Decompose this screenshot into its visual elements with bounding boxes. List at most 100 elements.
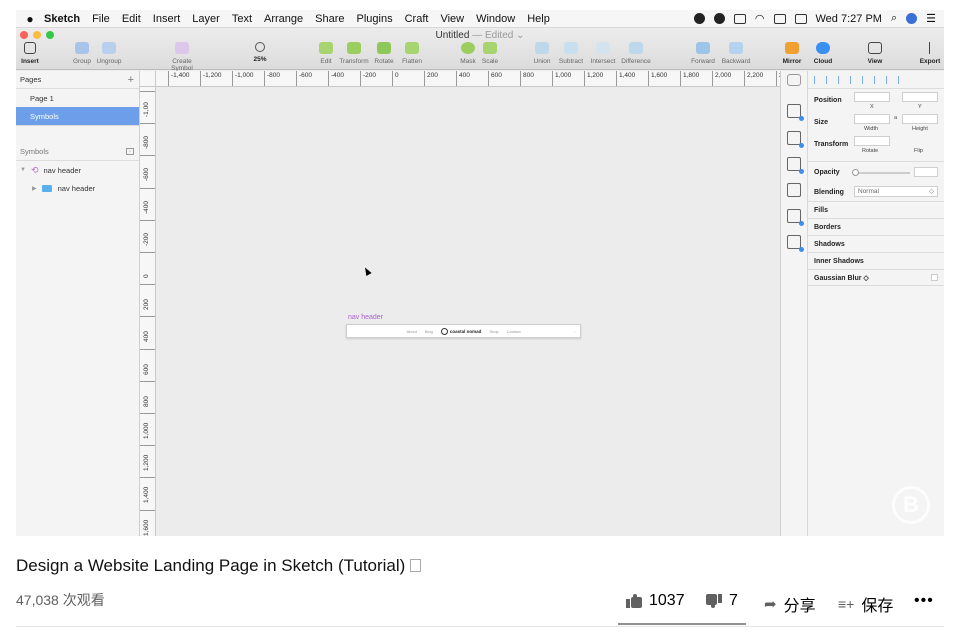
flip-buttons[interactable] (902, 136, 938, 146)
view-button[interactable]: View (855, 42, 895, 65)
menu-help[interactable]: Help (527, 13, 550, 25)
nav-link[interactable]: About (406, 329, 416, 334)
align-left-icon[interactable] (814, 75, 820, 84)
menu-app-name[interactable]: Sketch (44, 13, 80, 25)
layout-icon[interactable] (787, 157, 804, 174)
menu-window[interactable]: Window (476, 13, 515, 25)
flatten-button[interactable]: Flatten (392, 42, 432, 65)
nav-link[interactable]: Blog (425, 329, 433, 334)
align-center-icon[interactable] (826, 75, 832, 84)
dislike-button[interactable]: 7 (706, 592, 738, 610)
gaussian-blur-section[interactable]: Gaussian Blur ◇ (808, 269, 944, 286)
align-right-icon[interactable] (838, 75, 844, 84)
apple-icon[interactable]: ● (16, 12, 44, 26)
print-icon[interactable] (787, 131, 804, 148)
share-icon[interactable] (787, 104, 804, 121)
page-item-selected[interactable]: Symbols (16, 107, 139, 125)
x-field[interactable] (854, 92, 890, 102)
align-top-icon[interactable] (850, 75, 856, 84)
more-actions-button[interactable]: ••• (914, 592, 934, 610)
ruler-tick: 1,200 (584, 71, 603, 86)
cart-icon[interactable]: ◌ (574, 329, 576, 334)
menu-view[interactable]: View (440, 13, 464, 25)
cloud-button[interactable]: Cloud (803, 42, 843, 65)
lock-icon[interactable]: a (894, 115, 897, 121)
settings-icon[interactable] (787, 74, 801, 86)
layer-row-group[interactable]: ▶ nav header (16, 179, 139, 197)
like-button[interactable]: 1037 (626, 592, 685, 610)
menu-text[interactable]: Text (232, 13, 252, 25)
share-button[interactable]: ➦ 分享 (764, 592, 816, 616)
ruler-tick-label: -800 (143, 136, 150, 150)
nav-header-artboard[interactable]: About Blog coastal nomad Shop Contact ◌ (346, 324, 581, 338)
menu-edit[interactable]: Edit (122, 13, 141, 25)
menu-plugins[interactable]: Plugins (357, 13, 393, 25)
distribute-h-icon[interactable] (886, 75, 892, 84)
distribute-v-icon[interactable] (898, 75, 904, 84)
siri-icon[interactable] (906, 13, 918, 24)
nav-link[interactable]: Shop (489, 329, 498, 334)
fills-section[interactable]: Fills (808, 201, 944, 218)
rotate-field[interactable] (854, 136, 890, 146)
video-player[interactable]: ● Sketch File Edit Insert Layer Text Arr… (16, 10, 944, 536)
design-canvas[interactable]: nav header About Blog coastal nomad Shop… (156, 87, 780, 536)
nav-link[interactable]: Contact (507, 329, 521, 334)
opacity-slider-knob[interactable] (852, 169, 859, 176)
menu-insert[interactable]: Insert (153, 13, 181, 25)
battery-icon[interactable] (794, 13, 807, 24)
ruler-corner (140, 71, 156, 87)
ungroup-button[interactable]: Ungroup (89, 42, 129, 65)
menu-file[interactable]: File (92, 13, 110, 25)
notification-center-icon[interactable]: ☰ (926, 12, 936, 25)
page-item[interactable]: Page 1 (16, 89, 139, 107)
backward-label: Backward (721, 58, 751, 65)
blending-select[interactable]: Normal ◇ (854, 186, 938, 197)
vertical-ruler[interactable]: -1,00 -800 -600 -400 -200 0 200 400 600 800 1,000 1… (140, 87, 156, 536)
wifi-icon[interactable]: ◠ (755, 12, 765, 25)
height-field[interactable] (902, 114, 938, 124)
borders-section[interactable]: Borders (808, 218, 944, 235)
spotlight-icon[interactable]: ⌕ (891, 12, 897, 25)
opacity-field[interactable] (914, 167, 938, 177)
add-page-icon[interactable]: + (128, 74, 134, 86)
difference-button[interactable]: Difference (616, 42, 656, 65)
brand-logo[interactable]: coastal nomad (440, 327, 481, 335)
disclosure-triangle-icon[interactable]: ▼ (20, 167, 26, 173)
opacity-slider[interactable] (852, 169, 910, 176)
width-field[interactable] (854, 114, 890, 124)
inner-shadows-section[interactable]: Inner Shadows (808, 252, 944, 269)
emoji-box-icon (410, 559, 422, 572)
shadows-section[interactable]: Shadows (808, 235, 944, 252)
save-button[interactable]: ≡+ 保存 (838, 592, 893, 616)
more-icon: ••• (914, 592, 934, 609)
backward-button[interactable]: Backward (716, 42, 756, 65)
artboard-label[interactable]: nav header (348, 314, 383, 321)
menubar-clock[interactable]: Wed 7:27 PM (816, 13, 882, 25)
blur-checkbox[interactable] (931, 274, 938, 281)
symbols-icon[interactable] (787, 183, 801, 197)
layer-row-symbol[interactable]: ▼ ⟲ nav header (16, 161, 139, 179)
y-field[interactable] (902, 92, 938, 102)
insert-button[interactable]: Insert (16, 42, 50, 65)
align-middle-icon[interactable] (862, 75, 868, 84)
scale-button[interactable]: Scale (470, 42, 510, 65)
add-image-icon[interactable] (787, 235, 804, 252)
menu-layer[interactable]: Layer (192, 13, 220, 25)
disclosure-triangle-icon[interactable]: ▶ (32, 185, 37, 192)
menu-arrange[interactable]: Arrange (264, 13, 303, 25)
airplay-icon[interactable] (773, 13, 786, 24)
horizontal-ruler[interactable]: -1,400 -1,200 -1,000 -800 -600 -400 -200 0 200 40… (156, 71, 780, 87)
export-button[interactable]: Export (910, 42, 944, 65)
create-symbol-button[interactable]: Create Symbol (162, 42, 202, 72)
menu-share[interactable]: Share (315, 13, 344, 25)
align-bottom-icon[interactable] (874, 75, 880, 84)
menu-craft[interactable]: Craft (405, 13, 429, 25)
layer-options-icon[interactable]: · (126, 148, 134, 155)
image-edit-icon[interactable] (787, 209, 804, 226)
creative-cloud-icon[interactable] (713, 13, 725, 24)
channel-watermark-icon: B (892, 486, 930, 524)
zoom-control[interactable]: 25% (240, 42, 280, 63)
record-icon[interactable] (693, 13, 705, 24)
screen-icon[interactable] (733, 13, 746, 24)
document-name: Untitled (435, 30, 470, 41)
